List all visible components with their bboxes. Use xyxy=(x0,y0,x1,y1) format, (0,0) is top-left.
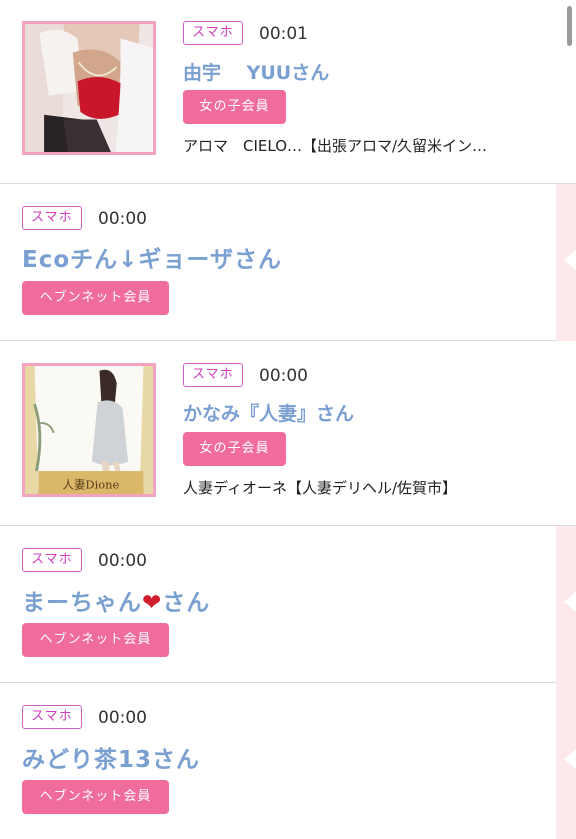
user-name-suffix: さん xyxy=(162,590,211,616)
timestamp: 00:00 xyxy=(98,209,147,229)
heart-icon: ❤ xyxy=(142,590,163,616)
timestamp: 00:00 xyxy=(259,366,308,386)
shop-name[interactable]: 人妻ディオーネ【人妻デリヘル/佐賀市】 xyxy=(183,477,549,498)
timestamp: 00:00 xyxy=(98,551,147,571)
photo-woman-red-top-icon xyxy=(25,24,153,152)
list-item[interactable]: 人妻Dione スマホ 00:00 かなみ『人妻』さん 女の子会員 人妻ディオー… xyxy=(0,341,576,526)
user-name[interactable]: みどり茶13さん xyxy=(22,740,200,774)
list-item[interactable]: スマホ 00:00 Ecoチん↓ギョーザさん ヘブンネット会員 xyxy=(0,184,556,341)
notch-icon xyxy=(564,592,576,612)
user-name[interactable]: かなみ『人妻』さん xyxy=(183,399,354,426)
timestamp: 00:00 xyxy=(98,708,147,728)
user-name[interactable]: まーちゃん❤さん xyxy=(22,583,210,617)
side-rail xyxy=(556,184,576,341)
avatar[interactable] xyxy=(22,21,156,155)
side-rail xyxy=(556,526,576,683)
timestamp: 00:01 xyxy=(259,24,308,44)
list-item[interactable]: スマホ 00:01 由宇 YUUさん 女の子会員 アロマ CIELO…【出張アロ… xyxy=(0,0,576,184)
user-name[interactable]: Ecoチん↓ギョーザさん xyxy=(22,240,282,274)
notch-icon xyxy=(564,749,576,769)
member-badge: ヘブンネット会員 xyxy=(22,623,169,657)
device-tag: スマホ xyxy=(183,21,243,45)
scrollbar[interactable] xyxy=(567,6,572,46)
list-item[interactable]: スマホ 00:00 まーちゃん❤さん ヘブンネット会員 xyxy=(0,526,556,683)
device-tag: スマホ xyxy=(22,705,82,729)
member-badge: 女の子会員 xyxy=(183,432,286,466)
member-badge: 女の子会員 xyxy=(183,90,286,124)
user-name-text: まーちゃん xyxy=(22,590,142,616)
avatar[interactable]: 人妻Dione xyxy=(22,363,156,497)
device-tag: スマホ xyxy=(183,363,243,387)
side-rail xyxy=(556,683,576,839)
notch-icon xyxy=(564,250,576,270)
list-item[interactable]: スマホ 00:00 みどり茶13さん ヘブンネット会員 xyxy=(0,683,556,839)
svg-text:人妻Dione: 人妻Dione xyxy=(63,477,120,491)
message-list: スマホ 00:01 由宇 YUUさん 女の子会員 アロマ CIELO…【出張アロ… xyxy=(0,0,576,839)
shop-name[interactable]: アロマ CIELO…【出張アロマ/久留米イン… xyxy=(183,135,549,156)
member-badge: ヘブンネット会員 xyxy=(22,281,169,315)
device-tag: スマホ xyxy=(22,206,82,230)
photo-woman-white-dress-icon: 人妻Dione xyxy=(25,366,153,494)
device-tag: スマホ xyxy=(22,548,82,572)
member-badge: ヘブンネット会員 xyxy=(22,780,169,814)
user-name[interactable]: 由宇 YUUさん xyxy=(183,58,329,85)
